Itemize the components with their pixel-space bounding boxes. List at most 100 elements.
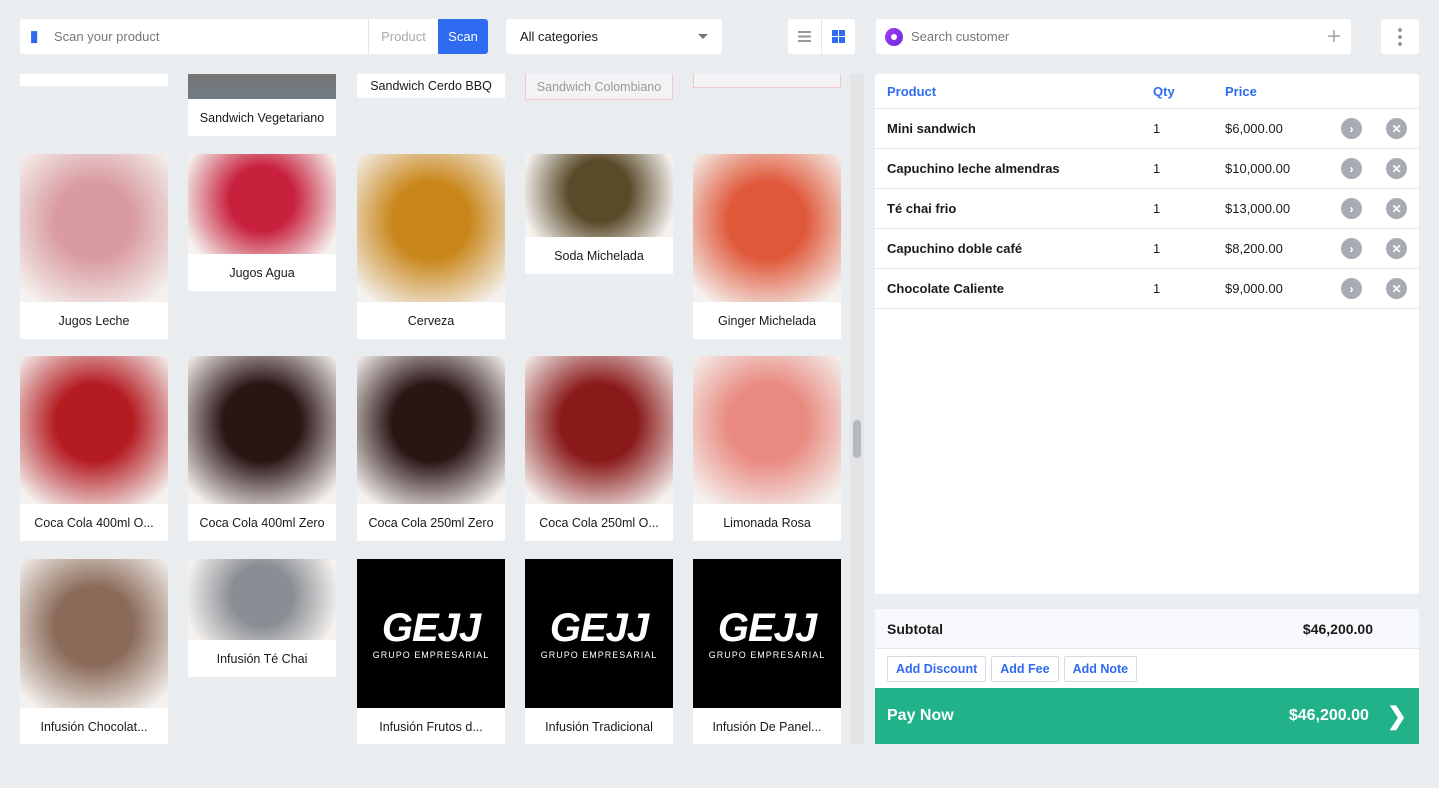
product-name: Limonada Rosa <box>723 515 811 530</box>
more-options-button[interactable] <box>1381 19 1419 54</box>
pay-now-label: Pay Now <box>887 707 954 724</box>
remove-item-icon[interactable]: ✕ <box>1386 278 1407 299</box>
add-fee-button[interactable]: Add Fee <box>991 655 1059 682</box>
logo-mark: GEJJ <box>381 605 481 650</box>
product-name: Infusión De Panel... <box>712 719 822 734</box>
header-price: Price <box>1225 83 1257 99</box>
product-card[interactable]: Sandwich Cerdo BBQ <box>357 74 505 98</box>
scrollbar[interactable] <box>850 74 864 744</box>
product-card[interactable]: GEJJ GRUPO EMPRESARIAL Infusión Tradiciona… <box>525 559 673 744</box>
expand-item-icon[interactable]: › <box>1341 278 1362 299</box>
product-name: Sandwich Vegetariano <box>199 110 325 125</box>
search-mode-select[interactable]: Product <box>368 19 438 54</box>
item-qty: 1 <box>1153 241 1161 256</box>
product-card[interactable]: GEJJ GRUPO EMPRESARIAL Infusión De Panel..… <box>693 559 841 744</box>
product-image: GEJJ GRUPO EMPRESARIAL <box>693 559 841 708</box>
product-image <box>525 154 673 237</box>
product-card[interactable] <box>20 74 168 86</box>
scan-input[interactable]: Scan your product <box>54 29 368 44</box>
cart-row[interactable]: Capuchino leche almendras 1 $10,000.00 ›… <box>875 149 1419 189</box>
product-card[interactable]: Ginger Michelada <box>693 154 841 339</box>
remove-item-icon[interactable]: ✕ <box>1386 198 1407 219</box>
cart-row[interactable]: Capuchino doble café 1 $8,200.00 › ✕ <box>875 229 1419 269</box>
cart-row[interactable]: Chocolate Caliente 1 $9,000.00 › ✕ <box>875 269 1419 309</box>
header-qty: Qty <box>1153 83 1175 99</box>
item-product: Té chai frio <box>887 201 957 216</box>
expand-item-icon[interactable]: › <box>1341 238 1362 259</box>
barcode-scanner-icon: ▮ <box>30 27 39 45</box>
logo-mark: GEJJ <box>549 605 649 650</box>
product-grid: Sandwich Vegetariano Sandwich Cerdo BBQ Sa… <box>0 74 848 744</box>
add-note-button[interactable]: Add Note <box>1063 655 1138 682</box>
product-image <box>188 559 336 640</box>
product-card[interactable]: Infusión Té Chai <box>188 559 336 677</box>
remove-item-icon[interactable]: ✕ <box>1386 238 1407 259</box>
product-image <box>357 154 505 302</box>
logo-subtitle: GRUPO EMPRESARIAL <box>708 649 826 660</box>
product-image <box>20 356 168 504</box>
cart-actions: Add Discount Add Fee Add Note <box>875 649 1419 688</box>
product-card[interactable]: GEJJ GRUPO EMPRESARIAL Infusión Frutos d..… <box>357 559 505 744</box>
cart-row[interactable]: Mini sandwich 1 $6,000.00 › ✕ <box>875 109 1419 149</box>
scan-button[interactable]: Scan <box>438 19 488 54</box>
product-card[interactable]: Coca Cola 250ml O... <box>525 356 673 541</box>
product-image <box>188 74 336 99</box>
chevron-down-icon <box>698 34 708 39</box>
product-image <box>525 356 673 504</box>
product-image: GEJJ GRUPO EMPRESARIAL <box>525 559 673 708</box>
user-icon <box>885 27 903 46</box>
grid-view-button[interactable] <box>821 19 855 54</box>
pay-now-button[interactable]: Pay Now $46,200.00 ❯ <box>875 688 1419 744</box>
chevron-right-icon: ❯ <box>1386 702 1407 730</box>
product-image <box>693 154 841 302</box>
product-name: Jugos Agua <box>229 265 295 280</box>
subtotal-value: $46,200.00 <box>1302 620 1373 637</box>
add-discount-button[interactable]: Add Discount <box>887 655 987 682</box>
remove-item-icon[interactable]: ✕ <box>1386 158 1407 179</box>
product-card[interactable]: Sandwich Colombiano <box>525 74 673 100</box>
item-product: Chocolate Caliente <box>887 281 1005 296</box>
product-card[interactable]: Cerveza <box>357 154 505 339</box>
remove-item-icon[interactable]: ✕ <box>1386 118 1407 139</box>
product-card[interactable]: Limonada Rosa <box>693 356 841 541</box>
product-name: Soda Michelada <box>554 248 644 263</box>
kebab-icon <box>1398 27 1402 32</box>
list-view-button[interactable] <box>788 19 821 54</box>
product-name: Coca Cola 250ml Zero <box>368 515 494 530</box>
scrollbar-thumb[interactable] <box>853 420 861 458</box>
product-name: Infusión Chocolat... <box>40 719 148 734</box>
item-price: $9,000.00 <box>1225 281 1283 296</box>
product-name: Coca Cola 400ml O... <box>34 515 154 530</box>
product-name: Jugos Leche <box>58 313 130 328</box>
item-price: $6,000.00 <box>1225 121 1283 136</box>
item-price: $13,000.00 <box>1225 201 1291 216</box>
product-name <box>694 75 840 87</box>
category-select[interactable]: All categories <box>506 19 722 54</box>
expand-item-icon[interactable]: › <box>1341 198 1362 219</box>
product-card[interactable]: Jugos Agua <box>188 154 336 291</box>
product-card[interactable]: Sandwich Vegetariano <box>188 74 336 136</box>
product-card[interactable]: Infusión Chocolat... <box>20 559 168 744</box>
subtotal-row: Subtotal $46,200.00 <box>875 609 1419 649</box>
cart-row[interactable]: Té chai frio 1 $13,000.00 › ✕ <box>875 189 1419 229</box>
product-card[interactable]: Soda Michelada <box>525 154 673 274</box>
product-name: Infusión Tradicional <box>545 719 653 734</box>
product-name: Cerveza <box>407 313 455 328</box>
logo-mark: GEJJ <box>717 605 817 650</box>
product-card[interactable]: Coca Cola 400ml Zero <box>188 356 336 541</box>
scan-bar: ▮ Scan your product Product Scan <box>20 19 488 54</box>
product-image <box>188 356 336 504</box>
product-name <box>20 74 168 86</box>
expand-item-icon[interactable]: › <box>1341 118 1362 139</box>
plus-icon[interactable]: + <box>1327 24 1341 49</box>
item-qty: 1 <box>1153 201 1161 216</box>
product-card[interactable]: Coca Cola 400ml O... <box>20 356 168 541</box>
cart-header: Product Qty Price <box>875 74 1419 109</box>
list-icon <box>798 31 811 42</box>
product-card[interactable]: Jugos Leche <box>20 154 168 339</box>
product-card[interactable]: Coca Cola 250ml Zero <box>357 356 505 541</box>
product-card[interactable] <box>693 74 841 88</box>
expand-item-icon[interactable]: › <box>1341 158 1362 179</box>
customer-search-input[interactable]: Search customer <box>911 29 1327 44</box>
product-image <box>20 154 168 302</box>
